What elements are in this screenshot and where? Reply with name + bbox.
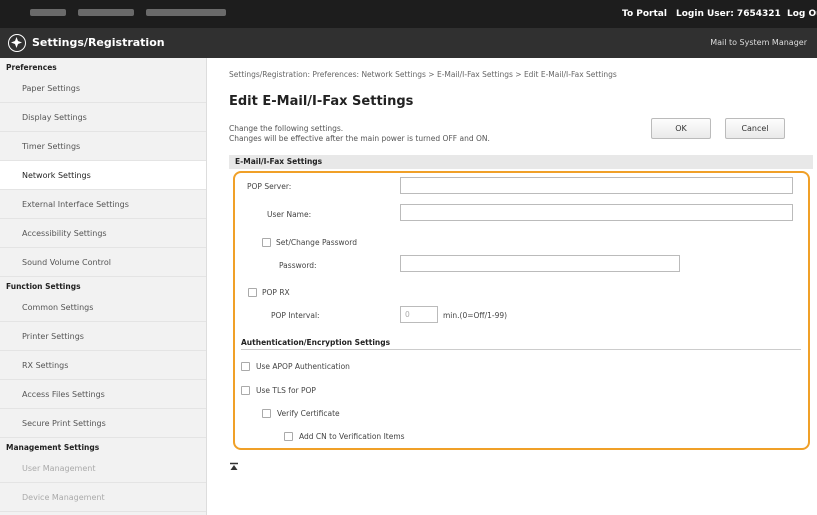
section-heading-email-ifax: E-Mail/I-Fax Settings: [229, 155, 813, 169]
header-title: Settings/Registration: [32, 36, 165, 49]
sidebar-item-accessibility-settings[interactable]: Accessibility Settings: [0, 219, 206, 248]
sidebar-section-preferences: Preferences: [6, 63, 57, 72]
sidebar-item-paper-settings[interactable]: Paper Settings: [0, 74, 206, 103]
header: Settings/Registration Mail to System Man…: [0, 28, 817, 58]
pop-interval-input[interactable]: 0: [400, 306, 438, 323]
verify-certificate-checkbox[interactable]: [262, 409, 271, 418]
sidebar-item-timer-settings[interactable]: Timer Settings: [0, 132, 206, 161]
page-title: Edit E-Mail/I-Fax Settings: [229, 94, 414, 109]
sidebar-item-device-management[interactable]: Device Management: [0, 483, 206, 512]
pop-rx-checkbox[interactable]: [248, 288, 257, 297]
sidebar-item-network-settings[interactable]: Network Settings: [0, 161, 206, 190]
use-tls-label: Use TLS for POP: [256, 386, 316, 395]
auth-encryption-heading: Authentication/Encryption Settings: [241, 338, 391, 347]
password-input[interactable]: [400, 255, 680, 272]
set-change-password-label: Set/Change Password: [276, 238, 357, 247]
description-line-1: Change the following settings.: [229, 124, 344, 133]
use-apop-label: Use APOP Authentication: [256, 362, 350, 371]
logout-link[interactable]: Log Out: [787, 9, 817, 19]
breadcrumb: Settings/Registration: Preferences: Netw…: [229, 70, 617, 79]
scroll-to-top-icon[interactable]: [229, 462, 239, 475]
ok-button[interactable]: OK: [651, 118, 711, 139]
to-portal-link[interactable]: To Portal: [622, 9, 667, 19]
add-cn-label: Add CN to Verification Items: [299, 432, 405, 441]
page-description: Change the following settings. Changes w…: [229, 124, 490, 144]
sidebar-item-printer-settings[interactable]: Printer Settings: [0, 322, 206, 351]
pop-server-label: POP Server:: [247, 182, 292, 191]
use-tls-checkbox[interactable]: [241, 386, 250, 395]
user-name-label: User Name:: [267, 210, 312, 219]
scroll-to-top-glyph: [230, 462, 238, 470]
sidebar-item-user-management[interactable]: User Management: [0, 454, 206, 483]
auth-heading-divider: [241, 349, 801, 350]
sidebar-item-common-settings[interactable]: Common Settings: [0, 293, 206, 322]
pop-rx-label: POP RX: [262, 288, 290, 297]
use-apop-checkbox[interactable]: [241, 362, 250, 371]
description-line-2: Changes will be effective after the main…: [229, 134, 490, 143]
url-bar: [30, 8, 260, 18]
sidebar-item-sound-volume-control[interactable]: Sound Volume Control: [0, 248, 206, 277]
top-bar: To Portal Login User: 7654321 Log Out: [0, 0, 817, 28]
sidebar-section-function-settings: Function Settings: [6, 282, 81, 291]
verify-certificate-label: Verify Certificate: [277, 409, 340, 418]
mail-to-system-manager-link[interactable]: Mail to System Manager: [710, 38, 807, 47]
main-content: Settings/Registration: Preferences: Netw…: [207, 58, 817, 515]
user-name-input[interactable]: [400, 204, 793, 221]
sidebar-item-rx-settings[interactable]: RX Settings: [0, 351, 206, 380]
sidebar-item-secure-print-settings[interactable]: Secure Print Settings: [0, 409, 206, 438]
settings-logo-glyph: [11, 37, 22, 48]
sidebar-item-access-files-settings[interactable]: Access Files Settings: [0, 380, 206, 409]
pop-interval-unit: min.(0=Off/1-99): [443, 311, 508, 320]
sidebar-item-external-interface-settings[interactable]: External Interface Settings: [0, 190, 206, 219]
login-user-label: Login User: 7654321: [676, 9, 781, 19]
pop-interval-label: POP Interval:: [271, 311, 320, 320]
pop-server-input[interactable]: [400, 177, 793, 194]
cancel-button[interactable]: Cancel: [725, 118, 785, 139]
add-cn-checkbox[interactable]: [284, 432, 293, 441]
sidebar-item-display-settings[interactable]: Display Settings: [0, 103, 206, 132]
sidebar: Preferences Paper Settings Display Setti…: [0, 58, 207, 515]
settings-logo-icon: [8, 34, 26, 52]
sidebar-section-management-settings: Management Settings: [6, 443, 100, 452]
set-change-password-checkbox[interactable]: [262, 238, 271, 247]
password-label: Password:: [279, 261, 317, 270]
